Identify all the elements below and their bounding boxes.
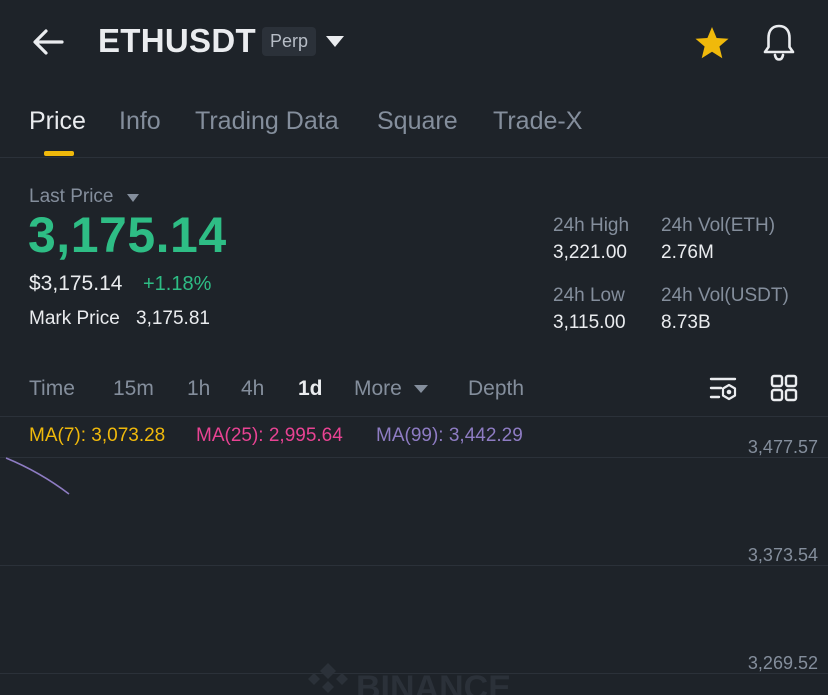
star-icon[interactable] [694,26,730,60]
contract-type-badge: Perp [262,27,317,56]
ma99-legend: MA(99): 3,442.29 [376,425,523,446]
vol-usdt-value: 8.73B [661,312,711,333]
vol-usdt-label: 24h Vol(USDT) [661,285,789,306]
low-24h-value: 3,115.00 [553,312,626,333]
price-gridline [0,565,828,566]
interval-time[interactable]: Time [29,377,75,401]
interval-1d[interactable]: 1d [298,377,323,401]
ma99-line [5,457,70,495]
tab-info[interactable]: Info [119,107,161,136]
chart-settings-icon[interactable] [708,374,740,404]
tab-trading-data[interactable]: Trading Data [195,107,339,136]
mark-price-label: Mark Price [29,308,120,329]
active-tab-indicator [44,151,74,156]
tabs-divider [0,157,828,158]
price-axis-label: 3,373.54 [747,545,818,565]
last-price-caret-icon[interactable] [127,194,139,202]
tab-price[interactable]: Price [29,107,86,136]
price-gridline [0,457,828,458]
vol-eth-label: 24h Vol(ETH) [661,215,776,236]
interval-4h[interactable]: 4h [241,377,264,401]
vol-eth-value: 2.76M [661,242,714,263]
symbol-title[interactable]: ETHUSDT [98,22,256,60]
chart-top-divider [0,416,828,417]
ma7-legend: MA(7): 3,073.28 [29,425,166,446]
last-price-value: 3,175.14 [28,207,227,263]
interval-15m[interactable]: 15m [113,377,154,401]
watermark-text: BINANCE [356,669,511,695]
usd-price: $3,175.14 [29,272,123,295]
interval-1h[interactable]: 1h [187,377,210,401]
price-axis-label: 3,269.52 [747,653,818,673]
dropdown-caret-icon[interactable] [326,36,344,47]
interval-more[interactable]: More [354,377,402,401]
interval-depth[interactable]: Depth [468,377,524,401]
high-24h-value: 3,221.00 [553,242,627,263]
tab-trade-x[interactable]: Trade-X [493,107,582,136]
ma25-legend: MA(25): 2,995.64 [196,425,343,446]
grid-layout-icon[interactable] [770,374,798,402]
tab-square[interactable]: Square [377,107,458,136]
price-change-percent: +1.18% [143,273,212,295]
low-24h-label: 24h Low [553,285,625,306]
price-axis-label: 3,477.57 [747,437,818,457]
high-24h-label: 24h High [553,215,630,236]
last-price-label[interactable]: Last Price [29,186,113,208]
more-caret-icon[interactable] [414,385,428,393]
binance-watermark: BINANCE [308,663,511,695]
bell-icon[interactable] [760,22,798,62]
mark-price-value: 3,175.81 [136,308,210,329]
back-arrow-icon[interactable] [28,24,68,60]
